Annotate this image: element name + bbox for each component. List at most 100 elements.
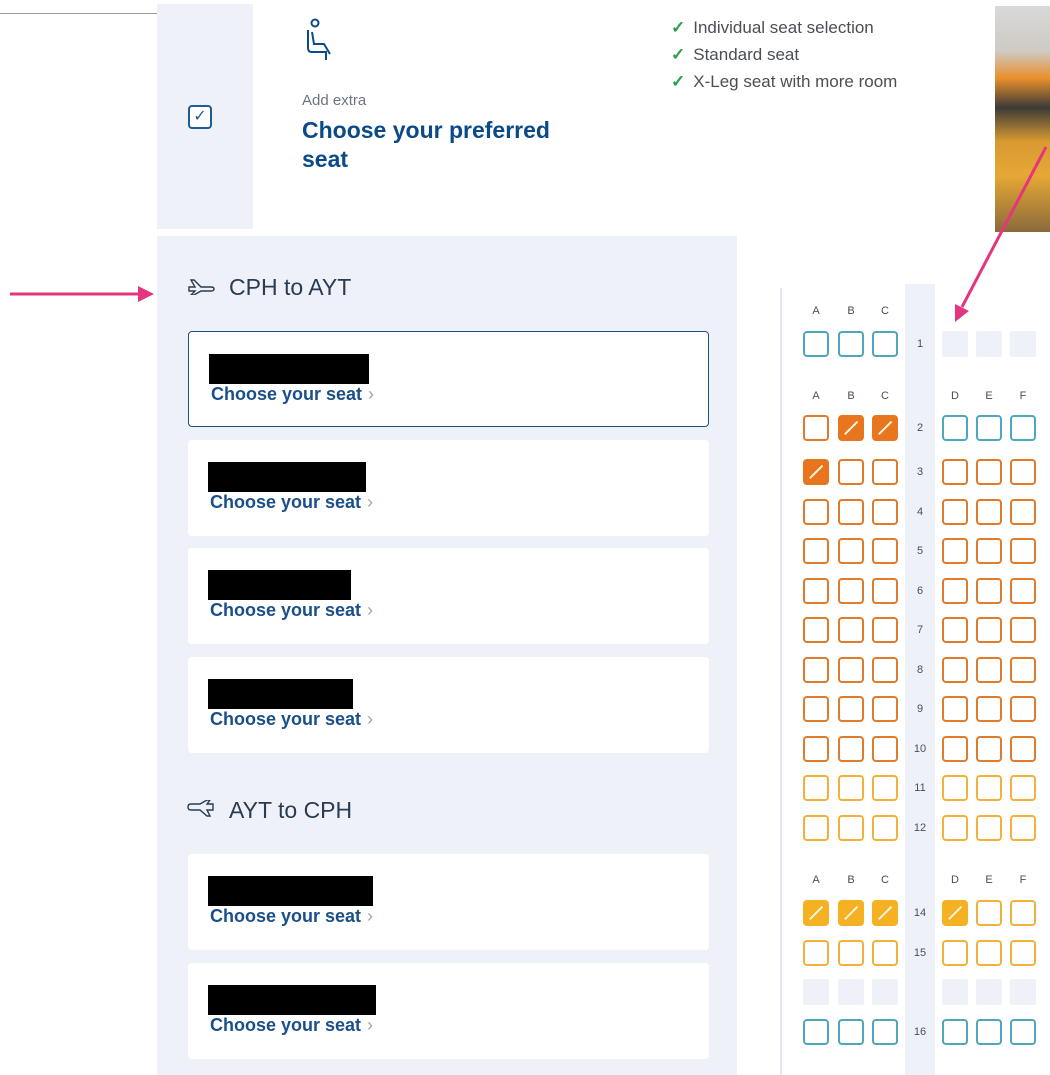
seat[interactable] [976,617,1002,643]
seat[interactable] [976,578,1002,604]
seat[interactable] [872,736,898,762]
add-extra-checkbox[interactable]: ✓ [188,105,212,129]
row-number: 10 [913,743,927,755]
seat[interactable] [1010,815,1036,841]
seat[interactable] [872,815,898,841]
seat[interactable] [976,538,1002,564]
seat[interactable] [1010,578,1036,604]
seat[interactable] [872,459,898,485]
seat[interactable] [803,1019,829,1045]
choose-seat-link[interactable]: Choose your seat › [210,600,373,621]
seat[interactable] [942,696,968,722]
seat[interactable] [976,459,1002,485]
seat-placeholder [942,979,968,1005]
seat[interactable] [942,736,968,762]
seat[interactable] [1010,459,1036,485]
seat[interactable] [803,775,829,801]
passenger-card[interactable]: Choose your seat › [188,657,709,753]
seat[interactable] [838,331,864,357]
seat[interactable] [803,815,829,841]
seat[interactable] [942,499,968,525]
seat[interactable] [1010,900,1036,926]
choose-seat-link[interactable]: Choose your seat › [210,1015,373,1036]
seat[interactable] [942,940,968,966]
seat[interactable] [976,736,1002,762]
choose-seat-link[interactable]: Choose your seat › [210,492,373,513]
seat[interactable] [942,657,968,683]
seat[interactable] [872,538,898,564]
seat[interactable] [803,696,829,722]
seat[interactable] [872,940,898,966]
seat[interactable] [838,1019,864,1045]
seat[interactable] [976,657,1002,683]
passenger-card[interactable]: Choose your seat › [188,331,709,427]
passenger-card[interactable]: Choose your seat › [188,963,709,1059]
seat[interactable] [803,940,829,966]
seat[interactable] [872,578,898,604]
seat[interactable] [976,775,1002,801]
passenger-card[interactable]: Choose your seat › [188,548,709,644]
seat[interactable] [942,459,968,485]
fuselage-wall [780,288,782,1075]
seat[interactable] [803,415,829,441]
seat[interactable] [838,459,864,485]
seat[interactable] [838,617,864,643]
seat[interactable] [838,538,864,564]
seat[interactable] [838,736,864,762]
seat[interactable] [976,499,1002,525]
passenger-card[interactable]: Choose your seat › [188,854,709,950]
seat[interactable] [1010,499,1036,525]
seat[interactable] [1010,736,1036,762]
seat[interactable] [1010,1019,1036,1045]
seat[interactable] [942,1019,968,1045]
seat[interactable] [872,499,898,525]
seat[interactable] [976,1019,1002,1045]
seat[interactable] [942,578,968,604]
seat[interactable] [872,331,898,357]
seat[interactable] [872,1019,898,1045]
seat[interactable] [838,499,864,525]
seat[interactable] [872,696,898,722]
choose-seat-link[interactable]: Choose your seat › [210,709,373,730]
seat[interactable] [976,415,1002,441]
seat[interactable] [803,331,829,357]
seat[interactable] [838,940,864,966]
seat[interactable] [1010,538,1036,564]
seat[interactable] [942,415,968,441]
seat[interactable] [942,775,968,801]
seat[interactable] [838,578,864,604]
seat[interactable] [872,617,898,643]
seat[interactable] [1010,696,1036,722]
seat[interactable] [976,940,1002,966]
seat[interactable] [872,657,898,683]
seat[interactable] [803,578,829,604]
seat[interactable] [942,617,968,643]
seat[interactable] [942,538,968,564]
seat [942,900,968,926]
seat[interactable] [976,696,1002,722]
passenger-card[interactable]: Choose your seat › [188,440,709,536]
seat[interactable] [1010,617,1036,643]
seat[interactable] [803,736,829,762]
seat[interactable] [838,815,864,841]
choose-seat-link[interactable]: Choose your seat › [210,906,373,927]
seat[interactable] [1010,775,1036,801]
seat[interactable] [942,815,968,841]
seat-placeholder [1010,979,1036,1005]
seat[interactable] [803,538,829,564]
seat[interactable] [976,815,1002,841]
seat[interactable] [1010,415,1036,441]
seat[interactable] [838,657,864,683]
seat-placeholder [976,331,1002,357]
seat[interactable] [838,696,864,722]
seat[interactable] [872,775,898,801]
seat[interactable] [1010,657,1036,683]
seat[interactable] [803,617,829,643]
seat[interactable] [803,499,829,525]
seat-column-label: D [951,390,959,402]
seat[interactable] [838,775,864,801]
choose-seat-link[interactable]: Choose your seat › [211,384,374,405]
seat[interactable] [1010,940,1036,966]
seat[interactable] [976,900,1002,926]
seat[interactable] [803,657,829,683]
